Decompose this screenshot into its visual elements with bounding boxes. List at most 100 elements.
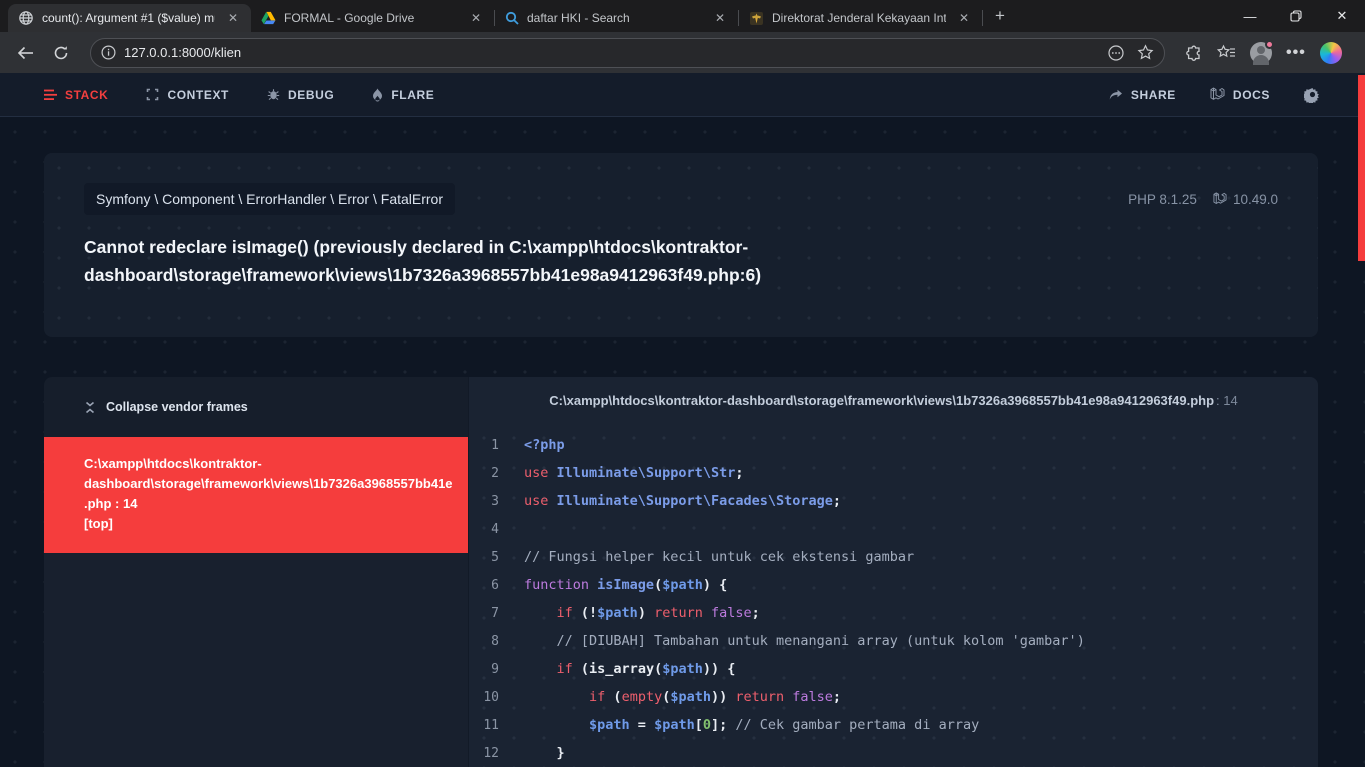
share-button[interactable]: SHARE	[1109, 88, 1176, 102]
code-viewer[interactable]: 1<?php2use Illuminate\Support\Str;3use I…	[469, 423, 1318, 767]
copilot-icon[interactable]	[1320, 42, 1342, 64]
tab-context[interactable]: CONTEXT	[146, 88, 229, 102]
code-text: use Illuminate\Support\Facades\Storage;	[524, 493, 841, 509]
tab-title: FORMAL - Google Drive	[284, 11, 458, 25]
close-window-button[interactable]: ✕	[1319, 0, 1365, 32]
code-line: 8 // [DIUBAH] Tambahan untuk menangani a…	[469, 627, 1318, 655]
frame-path-line: dashboard\storage\framework\views\1b7326…	[84, 474, 468, 494]
frame-top-tag: [top]	[84, 514, 468, 534]
stack-trace-card: Collapse vendor frames C:\xampp\htdocs\k…	[44, 377, 1318, 767]
frame-path-line: .php : 14	[84, 494, 468, 514]
djki-emblem-icon	[749, 11, 764, 26]
bookmark-star-icon[interactable]	[1137, 44, 1154, 61]
collapse-vendor-frames-button[interactable]: Collapse vendor frames	[44, 377, 468, 437]
line-number: 9	[469, 662, 499, 677]
new-tab-button[interactable]: +	[983, 6, 1017, 32]
share-label: SHARE	[1131, 88, 1176, 102]
code-text: function isImage($path) {	[524, 577, 727, 593]
back-icon	[17, 46, 34, 60]
code-line: 5// Fungsi helper kecil untuk cek eksten…	[469, 543, 1318, 571]
laravel-icon	[1210, 87, 1225, 102]
context-brackets-icon	[146, 88, 159, 101]
laravel-version: 10.49.0	[1233, 192, 1278, 207]
code-line: 11 $path = $path[0]; // Cek gambar perta…	[469, 711, 1318, 739]
bug-icon	[267, 88, 280, 101]
tab-google-drive[interactable]: FORMAL - Google Drive ✕	[251, 4, 494, 32]
code-text: // Fungsi helper kecil untuk cek ekstens…	[524, 549, 914, 565]
code-line: 4	[469, 515, 1318, 543]
tab-label: STACK	[65, 88, 108, 102]
tab-error-page[interactable]: count(): Argument #1 ($value) mu ✕	[8, 4, 251, 32]
tab-title: Direktorat Jenderal Kekayaan Inte	[772, 11, 946, 25]
tab-strip: count(): Argument #1 ($value) mu ✕ FORMA…	[0, 0, 1017, 32]
site-info-icon[interactable]	[101, 45, 116, 60]
code-line: 6 function isImage($path) {	[469, 571, 1318, 599]
exception-class-badge[interactable]: Symfony \ Component \ ErrorHandler \ Err…	[84, 183, 455, 215]
code-file-path: C:\xampp\htdocs\kontraktor-dashboard\sto…	[469, 377, 1318, 423]
tab-title: count(): Argument #1 ($value) mu	[42, 11, 215, 25]
scrollbar-thumb[interactable]	[1358, 75, 1365, 261]
line-number: 6	[469, 578, 499, 593]
ignition-content: Symfony \ Component \ ErrorHandler \ Err…	[0, 117, 1365, 767]
frames-sidebar: Collapse vendor frames C:\xampp\htdocs\k…	[44, 377, 468, 767]
tab-label: DEBUG	[288, 88, 334, 102]
selected-stack-frame[interactable]: C:\xampp\htdocs\kontraktor- dashboard\st…	[44, 437, 468, 553]
code-line: 9 if (is_array($path)) {	[469, 655, 1318, 683]
line-number: 3	[469, 494, 499, 509]
stack-icon	[44, 89, 57, 101]
search-icon	[505, 11, 519, 25]
page-permissions-icon[interactable]	[1107, 44, 1125, 62]
line-number: 1	[469, 438, 499, 453]
google-drive-icon	[261, 11, 276, 25]
code-text: if (is_array($path)) {	[524, 661, 735, 677]
tab-flare[interactable]: FLARE	[372, 88, 434, 102]
code-text: }	[524, 745, 565, 761]
code-line: 7 if (!$path) return false;	[469, 599, 1318, 627]
minimize-button[interactable]: —	[1227, 0, 1273, 32]
error-message: Cannot redeclare isImage() (previously d…	[84, 233, 1274, 289]
refresh-button[interactable]	[46, 38, 76, 68]
code-text: <?php	[524, 437, 565, 453]
globe-icon	[18, 10, 34, 26]
code-line: 1 <?php	[469, 431, 1318, 459]
favorites-icon[interactable]	[1217, 44, 1236, 61]
collapse-icon	[84, 401, 96, 414]
restore-icon	[1290, 10, 1302, 22]
settings-gear-icon[interactable]	[1304, 86, 1321, 103]
code-text: $path = $path[0]; // Cek gambar pertama …	[524, 717, 979, 733]
more-options-icon[interactable]: •••	[1286, 44, 1306, 62]
tab-close-icon[interactable]: ✕	[466, 9, 486, 27]
laravel-version-icon	[1213, 192, 1227, 206]
refresh-icon	[53, 45, 69, 61]
line-number: 4	[469, 522, 499, 537]
tab-close-icon[interactable]: ✕	[223, 9, 243, 27]
tab-close-icon[interactable]: ✕	[710, 9, 730, 27]
tab-search[interactable]: daftar HKI - Search ✕	[495, 4, 738, 32]
docs-label: DOCS	[1233, 88, 1270, 102]
address-bar[interactable]: 127.0.0.1:8000/klien	[90, 38, 1165, 68]
extensions-icon[interactable]	[1185, 44, 1203, 62]
tab-djki[interactable]: Direktorat Jenderal Kekayaan Inte ✕	[739, 4, 982, 32]
code-text: // [DIUBAH] Tambahan untuk menangani arr…	[524, 633, 1085, 649]
browser-titlebar: count(): Argument #1 ($value) mu ✕ FORMA…	[0, 0, 1365, 32]
url-text[interactable]: 127.0.0.1:8000/klien	[124, 45, 1099, 60]
tab-debug[interactable]: DEBUG	[267, 88, 334, 102]
tab-close-icon[interactable]: ✕	[954, 9, 974, 27]
ignition-error-page: STACK CONTEXT DEBUG FLARE SH	[0, 73, 1365, 767]
code-panel: C:\xampp\htdocs\kontraktor-dashboard\sto…	[468, 377, 1318, 767]
tab-stack[interactable]: STACK	[44, 88, 108, 102]
line-number: 7	[469, 606, 499, 621]
file-path-text: C:\xampp\htdocs\kontraktor-dashboard\sto…	[549, 393, 1214, 408]
collapse-label: Collapse vendor frames	[106, 400, 248, 414]
restore-button[interactable]	[1273, 0, 1319, 32]
flare-icon	[372, 88, 383, 102]
back-button[interactable]	[10, 38, 40, 68]
php-version: PHP 8.1.25	[1128, 192, 1197, 207]
tab-title: daftar HKI - Search	[527, 11, 702, 25]
line-number: 10	[469, 690, 499, 705]
code-text: if (empty($path)) return false;	[524, 689, 841, 705]
docs-button[interactable]: DOCS	[1210, 87, 1270, 102]
profile-avatar[interactable]	[1250, 42, 1272, 64]
code-text: if (!$path) return false;	[524, 605, 760, 621]
code-line: 3 use Illuminate\Support\Facades\Storage;	[469, 487, 1318, 515]
